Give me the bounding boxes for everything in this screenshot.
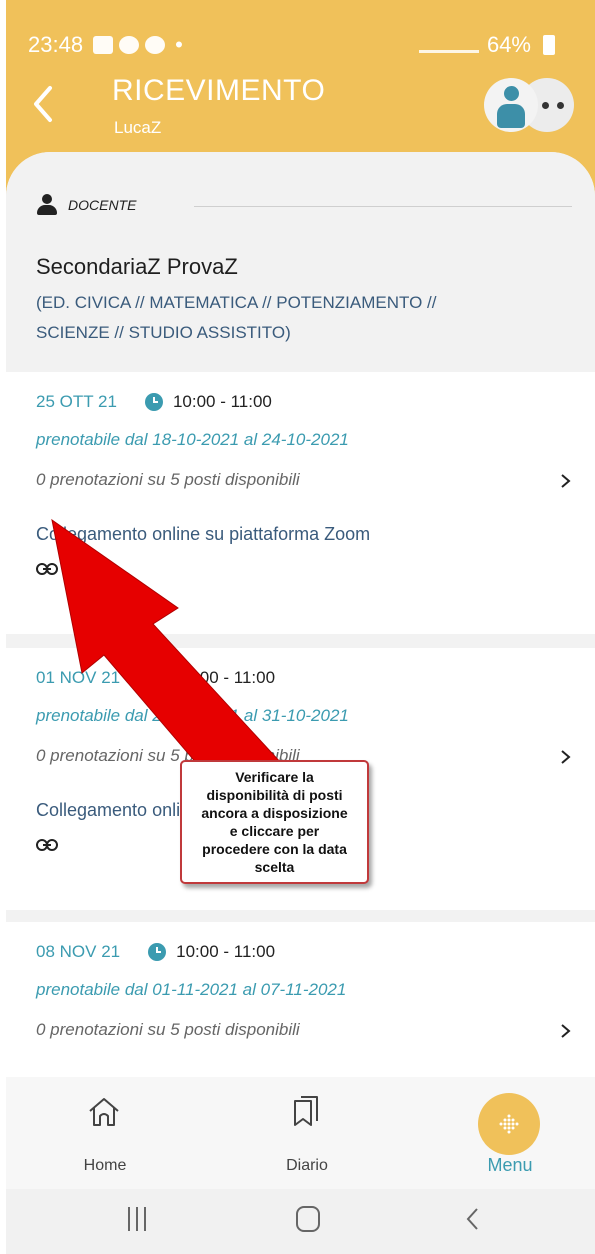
slot-booking-range: prenotabile dal 18-10-2021 al 24-10-2021 — [36, 430, 349, 449]
page-title: RICEVIMENTO — [112, 74, 326, 107]
slot-seats: 0 prenotazioni su 5 posti disponibili — [36, 470, 300, 489]
slot-date-row: 01 NOV 21 10:00 - 11:00 — [36, 668, 275, 688]
app-notification-icon — [119, 36, 140, 54]
link-icon[interactable] — [36, 562, 58, 576]
back-system-button[interactable] — [464, 1205, 480, 1233]
avatar-group[interactable] — [480, 78, 580, 132]
avatar[interactable] — [484, 78, 538, 132]
slot-time: 10:00 - 11:00 — [176, 668, 276, 687]
system-navigation-bar — [6, 1189, 595, 1254]
status-bar: 23:48 • 64% — [28, 30, 555, 60]
status-time: 23:48 — [28, 32, 84, 57]
role-label: DOCENTE — [68, 197, 137, 213]
alarm-wifi-signal-icons — [418, 37, 479, 53]
nav-diario[interactable]: Diario — [232, 1077, 382, 1189]
slot-time: 10:00 - 11:00 — [176, 942, 276, 961]
annotation-line: ancora a disposizione — [201, 805, 348, 821]
slot-date: 25 OTT 21 — [36, 392, 117, 411]
annotation-line: e cliccare per — [229, 823, 320, 839]
nav-diario-label: Diario — [286, 1157, 328, 1174]
clock-icon — [148, 669, 167, 687]
clock-icon — [148, 943, 167, 961]
link-icon[interactable] — [36, 838, 58, 852]
home-system-button[interactable] — [296, 1206, 320, 1232]
chevron-right-icon[interactable] — [559, 470, 573, 492]
subjects-line-2: SCIENZE // STUDIO ASSISTITO) — [36, 323, 291, 342]
annotation-line: procedere con la data — [202, 841, 347, 857]
bottom-navigation: Home Diario Menu — [6, 1077, 595, 1189]
slot-time: 10:00 - 11:00 — [172, 392, 272, 411]
content-sheet: DOCENTE SecondariaZ ProvaZ (ED. CIVICA /… — [6, 152, 595, 1077]
bookmark-icon — [294, 1096, 318, 1126]
slot-seats: 0 prenotazioni su 5 posti disponibili — [36, 1020, 300, 1039]
more-dots-icon — [542, 102, 568, 109]
divider — [194, 206, 572, 207]
nav-menu-button[interactable] — [478, 1093, 540, 1155]
clock-icon — [144, 393, 163, 411]
nav-menu-label[interactable]: Menu — [458, 1155, 562, 1176]
notification-icons — [93, 36, 166, 54]
back-button[interactable] — [28, 82, 58, 126]
annotation-line: disponibilità di posti — [206, 787, 343, 803]
gallery-icon — [93, 36, 114, 54]
slot-card[interactable]: 25 OTT 21 10:00 - 11:00 prenotabile dal … — [6, 372, 595, 634]
person-icon — [36, 194, 58, 216]
slot-booking-range: prenotabile dal 01-11-2021 al 07-11-2021 — [36, 980, 347, 999]
nav-home[interactable]: Home — [30, 1077, 180, 1189]
chevron-right-icon[interactable] — [559, 746, 573, 768]
slot-booking-range: prenotabile dal 25-10-2021 al 31-10-2021 — [36, 706, 349, 725]
recent-apps-button[interactable] — [126, 1207, 148, 1231]
annotation-callout: Verificare la disponibilità di posti anc… — [180, 760, 369, 884]
home-icon — [89, 1098, 119, 1126]
notification-dot: • — [175, 32, 183, 57]
battery-percent: 64% — [486, 32, 531, 57]
role-row: DOCENTE — [36, 194, 136, 216]
whatsapp-icon — [145, 36, 166, 54]
user-icon-body — [497, 104, 525, 128]
subjects-line-1: (ED. CIVICA // MATEMATICA // POTENZIAMEN… — [36, 293, 437, 312]
chevron-right-icon[interactable] — [559, 1020, 573, 1042]
teacher-subjects: (ED. CIVICA // MATEMATICA // POTENZIAMEN… — [36, 288, 556, 348]
annotation-line: Verificare la — [235, 769, 314, 785]
user-icon — [504, 86, 519, 101]
slot-date-row: 08 NOV 21 10:00 - 11:00 — [36, 942, 275, 962]
slot-date-row: 25 OTT 21 10:00 - 11:00 — [36, 392, 272, 412]
battery-icon — [543, 35, 555, 55]
slot-card[interactable]: 08 NOV 21 10:00 - 11:00 prenotabile dal … — [6, 922, 595, 1077]
slot-date: 08 NOV 21 — [36, 942, 121, 961]
nav-home-label: Home — [83, 1157, 127, 1174]
slot-description: Collegamento online su piattaforma Zoom — [36, 524, 371, 544]
menu-dots-icon — [499, 1114, 519, 1134]
slot-date: 01 NOV 21 — [36, 668, 121, 687]
annotation-line: scelta — [254, 859, 295, 875]
chevron-left-icon — [34, 86, 52, 122]
teacher-name: SecondariaZ ProvaZ — [36, 254, 238, 279]
page-subtitle: LucaZ — [114, 118, 162, 137]
teacher-section: DOCENTE SecondariaZ ProvaZ (ED. CIVICA /… — [6, 152, 595, 372]
